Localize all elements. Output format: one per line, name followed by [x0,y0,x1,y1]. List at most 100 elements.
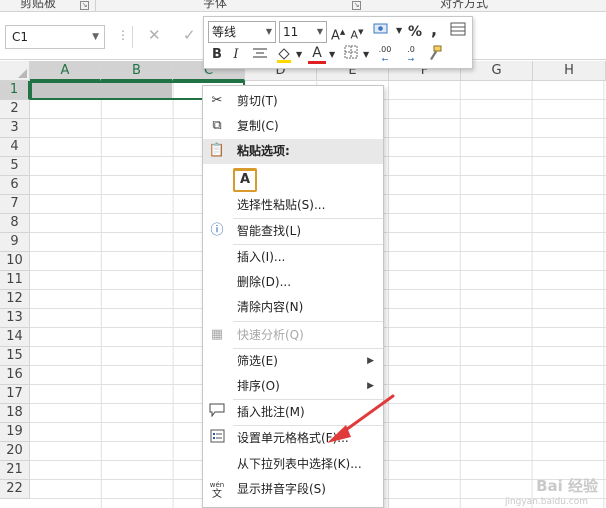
more-dots-icon: ⋮ [117,28,129,42]
accounting-format-glyph [373,23,388,34]
menu-item-sort[interactable]: 排序(O) ▶ [203,374,383,399]
align-center-glyph [253,48,267,58]
percent-style-icon[interactable]: % [407,22,423,42]
smart-lookup-icon: ⓘ [210,223,224,238]
fill-bucket-glyph [277,48,291,63]
dialog-launcher-icon[interactable]: ↘ [80,1,89,10]
column-header-h[interactable]: H [533,61,606,81]
chevron-down-icon[interactable]: ▼ [266,22,272,42]
font-color-icon[interactable]: A [308,43,326,64]
comma-style-icon[interactable]: , [428,20,440,40]
row-header[interactable]: 21 [0,461,30,480]
row-header[interactable]: 10 [0,252,30,271]
menu-item-paste-keep-formatting[interactable]: A [203,164,383,194]
menu-item-insert-comment[interactable]: 插入批注(M) [203,400,383,425]
row-header[interactable]: 18 [0,404,30,423]
menu-item-delete[interactable]: 删除(D)... [203,270,383,295]
ribbon-group-alignment: 对齐方式 [440,0,489,10]
row-header[interactable]: 9 [0,233,30,252]
enter-icon[interactable]: ✓ [183,26,196,44]
chevron-down-icon[interactable]: ▼ [296,45,302,65]
watermark-url: jingyan.baidu.com [504,497,588,507]
font-size-box[interactable]: 11 ▼ [279,21,327,43]
fill-color-swatch [277,60,291,63]
row-header[interactable]: 20 [0,442,30,461]
mini-toolbar: 等线 ▼ 11 ▼ A▲ A▼ ▼ % , B I ▼ A ▼ ▼ .00 ← .… [203,16,473,69]
ribbon-group-clipboard: 剪贴板 [20,0,57,10]
borders-icon[interactable] [342,45,360,65]
copy-icon: ⧉ [212,118,222,133]
quick-analysis-icon: ▦ [210,327,224,342]
increase-decimal-icon[interactable]: .00 ← [374,45,396,65]
row-header[interactable]: 22 [0,480,30,499]
formula-separator [132,26,133,48]
row-header[interactable]: 16 [0,366,30,385]
increase-font-size-icon[interactable]: A▲ [331,22,345,43]
cancel-icon[interactable]: ✕ [148,26,161,44]
accounting-format-icon[interactable] [371,21,393,41]
chevron-down-icon[interactable]: ▼ [329,45,335,65]
format-painter-icon[interactable] [426,45,444,65]
name-box-value: C1 [12,30,29,44]
row-header[interactable]: 1 [0,81,30,100]
format-cells-glyph [210,429,224,443]
menu-item-filter[interactable]: 筛选(E) ▶ [203,349,383,374]
comment-glyph [209,403,225,418]
menu-item-cut[interactable]: ✂ 剪切(T) [203,89,383,114]
row-header[interactable]: 4 [0,138,30,157]
row-header[interactable]: 5 [0,157,30,176]
decrease-font-size-icon[interactable]: A▼ [350,22,364,42]
dialog-launcher-icon[interactable]: ↘ [352,1,361,10]
row-header[interactable]: 2 [0,100,30,119]
name-box[interactable]: C1 ▼ [5,25,105,49]
font-name-box[interactable]: 等线 ▼ [208,21,276,43]
scissors-icon: ✂ [211,93,223,108]
fill-color-icon[interactable] [274,45,294,65]
brush-glyph [430,45,442,60]
select-all-triangle-icon [18,69,27,78]
comment-icon [208,403,226,421]
borders-glyph [344,45,358,59]
align-center-icon[interactable] [251,45,269,65]
menu-header-paste-options: 📋 粘贴选项: [203,139,383,164]
paste-keep-formatting-icon: A [233,168,257,192]
menu-item-insert[interactable]: 插入(I)... [203,245,383,270]
italic-button[interactable]: I [230,45,242,65]
chevron-down-icon[interactable]: ▼ [396,21,402,41]
chevron-down-icon[interactable]: ▼ [317,22,323,42]
format-painter-table-icon[interactable] [449,21,467,41]
menu-item-paste-special[interactable]: 选择性粘贴(S)... [203,193,383,218]
menu-item-copy[interactable]: ⧉ 复制(C) [203,114,383,139]
watermark-logo: Bai 经验 [536,477,598,495]
font-name-value: 等线 [212,25,237,39]
menu-item-show-phonetic[interactable]: wén 文 显示拼音字段(S) [203,477,383,502]
row-header[interactable]: 3 [0,119,30,138]
row-header[interactable]: 8 [0,214,30,233]
row-header[interactable]: 15 [0,347,30,366]
chevron-down-icon[interactable]: ▼ [92,26,99,48]
row-header[interactable]: 11 [0,271,30,290]
bold-button[interactable]: B [210,45,224,65]
menu-item-smart-lookup[interactable]: ⓘ 智能查找(L) [203,219,383,244]
decrease-decimal-icon[interactable]: .0 → [400,45,422,65]
ribbon-separator [95,0,96,11]
row-header[interactable]: 12 [0,290,30,309]
menu-item-pick-from-dropdown[interactable]: 从下拉列表中选择(K)... [203,452,383,477]
chevron-down-icon[interactable]: ▼ [363,45,369,65]
row-header[interactable]: 17 [0,385,30,404]
chevron-right-icon: ▶ [367,381,374,391]
row-header[interactable]: 6 [0,176,30,195]
font-color-swatch [308,61,326,64]
row-header[interactable]: 13 [0,309,30,328]
row-header[interactable]: 19 [0,423,30,442]
column-header-b[interactable]: B [101,61,173,81]
column-header-a[interactable]: A [30,61,101,81]
row-header[interactable]: 7 [0,195,30,214]
phonetic-icon: wén 文 [209,481,225,500]
select-all-corner[interactable] [0,61,30,81]
menu-item-clear-contents[interactable]: 清除内容(N) [203,295,383,320]
paste-icon: 📋 [208,143,226,158]
row-header[interactable]: 14 [0,328,30,347]
format-cells-icon [208,429,226,447]
menu-item-format-cells[interactable]: 设置单元格格式(F)... [203,426,383,451]
